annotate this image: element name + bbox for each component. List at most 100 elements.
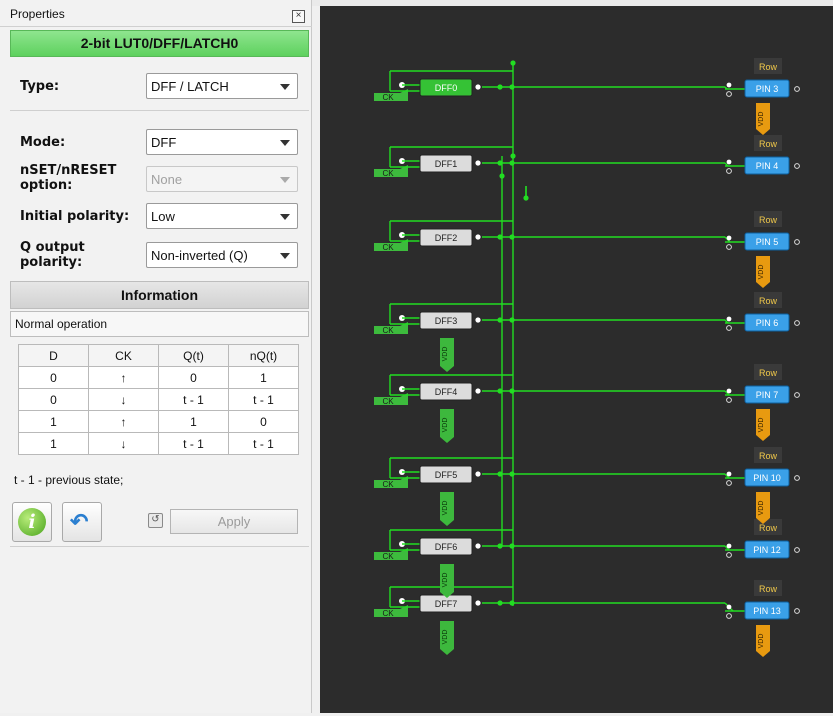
apply-button[interactable]: Apply xyxy=(170,509,298,534)
wire-junction xyxy=(509,317,515,323)
mode-select[interactable]: DFF xyxy=(146,129,298,155)
pin-label: PIN 12 xyxy=(753,545,781,555)
wire-junction xyxy=(497,317,503,323)
ck-label: CK xyxy=(382,552,394,561)
wire-junction xyxy=(509,471,515,477)
initial-polarity-select[interactable]: Low xyxy=(146,203,298,229)
table-cell: t - 1 xyxy=(228,388,299,411)
pin-label: PIN 5 xyxy=(756,237,779,247)
info-button[interactable]: i xyxy=(12,502,52,542)
chevron-down-icon xyxy=(280,214,290,220)
pin-label: PIN 13 xyxy=(753,606,781,616)
table-cell: t - 1 xyxy=(158,388,229,411)
block-title: 2-bit LUT0/DFF/LATCH0 xyxy=(10,30,309,57)
type-select[interactable]: DFF / LATCH xyxy=(146,73,298,99)
initial-polarity-value: Low xyxy=(151,209,175,224)
q-output-select[interactable]: Non-inverted (Q) xyxy=(146,242,298,268)
ck-label: CK xyxy=(382,397,394,406)
table-cell: 1 xyxy=(228,366,299,389)
dff-label: DFF0 xyxy=(435,83,458,93)
schematic-canvas[interactable]: CK DFF0 Row PIN 3 CK DFF1 Row PIN 4 CK DFF2 Row PIN… xyxy=(320,6,833,713)
pin-input-dot xyxy=(726,91,732,97)
ck-label: CK xyxy=(382,169,394,178)
vdd-label: VDD xyxy=(442,630,449,645)
pin-terminal xyxy=(794,163,800,169)
dff-label: DFF7 xyxy=(435,599,458,609)
q-output-label-line1: Q output xyxy=(20,240,85,255)
chevron-down-icon xyxy=(280,253,290,259)
table-cell: ↑ xyxy=(88,410,159,433)
table-cell: 0 xyxy=(18,388,89,411)
q-output-label-line2: polarity: xyxy=(20,255,83,270)
wire-junction xyxy=(475,471,481,477)
column-header: nQ(t) xyxy=(228,344,299,367)
wire-junction xyxy=(497,388,503,394)
wire-junction xyxy=(475,160,481,166)
wire-junction xyxy=(475,317,481,323)
table-row: 0 ↓ t - 1 t - 1 xyxy=(18,388,299,411)
row-label: Row xyxy=(759,296,778,306)
pin-terminal xyxy=(794,608,800,614)
wire-junction xyxy=(509,160,515,166)
pin-label: PIN 7 xyxy=(756,390,779,400)
wire-junction xyxy=(475,234,481,240)
truth-table: D CK Q(t) nQ(t) 0 ↑ 0 1 0 ↓ t - 1 t - 1 … xyxy=(18,344,299,455)
properties-panel: Properties × 2-bit LUT0/DFF/LATCH0 Type:… xyxy=(0,0,312,713)
schematic-svg[interactable]: CK DFF0 Row PIN 3 CK DFF1 Row PIN 4 CK DFF2 Row PIN… xyxy=(320,6,833,713)
revert-icon[interactable]: ↺ xyxy=(148,513,163,528)
chevron-down-icon xyxy=(280,140,290,146)
column-header: CK xyxy=(88,344,159,367)
divider xyxy=(10,110,309,111)
wire-junction xyxy=(497,160,503,166)
divider xyxy=(10,546,309,547)
type-label: Type: xyxy=(20,79,60,94)
pin-label: PIN 4 xyxy=(756,161,779,171)
ck-label: CK xyxy=(382,326,394,335)
table-cell: 0 xyxy=(18,366,89,389)
chevron-down-icon xyxy=(280,177,290,183)
nset-value: None xyxy=(151,172,183,187)
table-row: 0 ↑ 0 1 xyxy=(18,366,299,389)
vdd-label: VDD xyxy=(442,501,449,516)
ck-label: CK xyxy=(382,609,394,618)
wire-junction xyxy=(509,84,515,90)
wire-junction xyxy=(475,388,481,394)
vdd-label: VDD xyxy=(758,112,765,127)
table-cell: ↓ xyxy=(88,388,159,411)
ck-label: CK xyxy=(382,480,394,489)
close-icon[interactable]: × xyxy=(292,10,305,23)
vdd-label: VDD xyxy=(758,501,765,516)
ck-label: CK xyxy=(382,243,394,252)
table-cell: 1 xyxy=(18,410,89,433)
footnote: t - 1 - previous state; xyxy=(14,473,124,487)
pin-input-dot xyxy=(726,613,732,619)
vdd-label: VDD xyxy=(758,265,765,280)
pin-input-dot xyxy=(726,552,732,558)
table-header-row: D CK Q(t) nQ(t) xyxy=(18,344,299,367)
wire-junction xyxy=(510,60,516,66)
dff-label: DFF2 xyxy=(435,233,458,243)
pin-label: PIN 6 xyxy=(756,318,779,328)
mode-label: Mode: xyxy=(20,135,66,150)
undo-icon: ↶ xyxy=(70,509,89,534)
row-label: Row xyxy=(759,584,778,594)
wire-junction xyxy=(509,543,515,549)
type-value: DFF / LATCH xyxy=(151,79,229,94)
nset-select[interactable]: None xyxy=(146,166,298,192)
table-cell: 1 xyxy=(18,432,89,455)
nset-label-line2: option: xyxy=(20,178,73,193)
initial-polarity-label: Initial polarity: xyxy=(20,209,130,224)
row-label: Row xyxy=(759,368,778,378)
pin-input-dot xyxy=(726,543,732,549)
pin-terminal xyxy=(794,392,800,398)
pin-label: PIN 3 xyxy=(756,84,779,94)
vdd-label: VDD xyxy=(442,418,449,433)
undo-button[interactable]: ↶ xyxy=(62,502,102,542)
wire-junction xyxy=(475,543,481,549)
pin-label: PIN 10 xyxy=(753,473,781,483)
row-label: Row xyxy=(759,451,778,461)
table-cell: 1 xyxy=(158,410,229,433)
dff-label: DFF5 xyxy=(435,470,458,480)
pin-terminal xyxy=(794,86,800,92)
dff-label: DFF1 xyxy=(435,159,458,169)
